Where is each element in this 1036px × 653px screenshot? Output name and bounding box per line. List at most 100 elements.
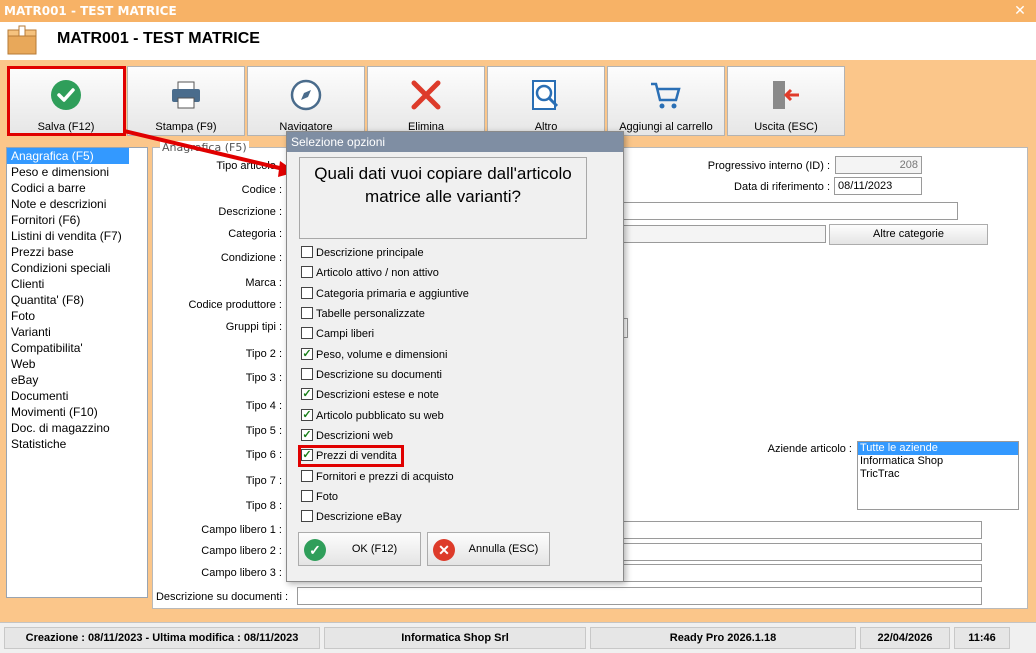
- list-item[interactable]: Tutte le aziende: [858, 442, 1018, 455]
- descrizione-field[interactable]: [620, 202, 958, 220]
- nav-item[interactable]: Statistiche: [7, 436, 147, 452]
- campo-libero-3-label: Campo libero 3 :: [201, 567, 282, 579]
- nav-item[interactable]: Varianti: [7, 324, 147, 340]
- check-circle-icon: ✓: [304, 539, 326, 561]
- checkmark-icon[interactable]: ✓: [301, 348, 313, 361]
- nav-item[interactable]: Movimenti (F10): [7, 404, 147, 420]
- option-pubblicato-web[interactable]: ✓ Articolo pubblicato su web: [301, 407, 444, 425]
- option-campi-liberi[interactable]: Campi liberi: [301, 325, 374, 343]
- checkmark-icon[interactable]: ✓: [301, 409, 313, 422]
- box-icon: [7, 25, 37, 55]
- checkmark-icon[interactable]: ✓: [301, 429, 313, 442]
- option-fornitori[interactable]: Fornitori e prezzi di acquisto: [301, 468, 454, 486]
- status-date: 22/04/2026: [860, 627, 950, 649]
- carrello-button[interactable]: Aggiungi al carrello: [607, 66, 725, 136]
- codice-produttore-label: Codice produttore :: [188, 299, 282, 311]
- tipo6-label: Tipo 6 :: [245, 449, 282, 461]
- altro-button[interactable]: Altro: [487, 66, 605, 136]
- option-peso[interactable]: ✓ Peso, volume e dimensioni: [301, 346, 447, 364]
- dialog-question: Quali dati vuoi copiare dall'articolo ma…: [299, 157, 587, 239]
- cart-icon: [651, 82, 681, 109]
- option-descrizione-documenti[interactable]: Descrizione su documenti: [301, 366, 442, 384]
- nav-item[interactable]: Codici a barre: [7, 180, 147, 196]
- option-categoria[interactable]: Categoria primaria e aggiuntive: [301, 285, 469, 303]
- cancel-button[interactable]: ✕ Annulla (ESC): [427, 532, 550, 566]
- checkbox-icon[interactable]: [301, 510, 313, 523]
- dialog-title: Selezione opzioni: [287, 132, 623, 152]
- option-descrizione-principale[interactable]: Descrizione principale: [301, 244, 424, 262]
- nav-item[interactable]: Condizioni speciali: [7, 260, 147, 276]
- option-articolo-attivo[interactable]: Articolo attivo / non attivo: [301, 264, 439, 282]
- nav-item[interactable]: Web: [7, 356, 147, 372]
- nav-item[interactable]: Fornitori (F6): [7, 212, 147, 228]
- altre-categorie-button[interactable]: Altre categorie: [829, 224, 988, 245]
- tipo4-label: Tipo 4 :: [245, 400, 282, 412]
- tipo8-label: Tipo 8 :: [245, 500, 282, 512]
- nav-item[interactable]: Quantita' (F8): [7, 292, 147, 308]
- checkbox-icon[interactable]: [301, 266, 313, 279]
- descrizione-label: Descrizione :: [218, 206, 282, 218]
- list-item[interactable]: Informatica Shop: [858, 455, 1018, 468]
- elimina-button[interactable]: Elimina: [367, 66, 485, 136]
- close-circle-icon: ✕: [433, 539, 455, 561]
- campo-libero-2-label: Campo libero 2 :: [201, 545, 282, 557]
- progressivo-field[interactable]: 208: [835, 156, 922, 174]
- status-company: Informatica Shop Srl: [324, 627, 586, 649]
- descrizione-documenti-label: Descrizione su documenti :: [155, 591, 288, 603]
- page-title: MATR001 - TEST MATRICE: [57, 30, 260, 47]
- campo-libero-1-field[interactable]: [620, 521, 982, 539]
- option-descrizioni-web[interactable]: ✓ Descrizioni web: [301, 427, 393, 445]
- checkbox-icon[interactable]: [301, 246, 313, 259]
- options-dialog: Selezione opzioni Quali dati vuoi copiar…: [286, 131, 624, 582]
- status-version: Ready Pro 2026.1.18: [590, 627, 856, 649]
- window-title: MATR001 - TEST MATRICE: [4, 4, 177, 18]
- tipo7-label: Tipo 7 :: [245, 475, 282, 487]
- status-dates: Creazione : 08/11/2023 - Ultima modifica…: [4, 627, 320, 649]
- nav-item[interactable]: Doc. di magazzino: [7, 420, 147, 436]
- aziende-label: Aziende articolo :: [767, 443, 852, 455]
- checkbox-icon[interactable]: [301, 287, 313, 300]
- highlight-salva: [7, 66, 126, 136]
- checkbox-icon[interactable]: [301, 368, 313, 381]
- descrizione-documenti-field[interactable]: [297, 587, 982, 605]
- campo-libero-3-field[interactable]: [620, 564, 982, 582]
- list-item[interactable]: TricTrac: [858, 468, 1018, 481]
- nav-item[interactable]: Note e descrizioni: [7, 196, 147, 212]
- tipo2-label: Tipo 2 :: [245, 348, 282, 360]
- data-riferimento-field[interactable]: 08/11/2023: [834, 177, 922, 195]
- checkbox-icon[interactable]: [301, 490, 313, 503]
- arrow-annotation: [123, 129, 296, 177]
- tipo3-label: Tipo 3 :: [245, 372, 282, 384]
- progressivo-label: Progressivo interno (ID) :: [707, 160, 830, 172]
- nav-item[interactable]: Listini di vendita (F7): [7, 228, 147, 244]
- option-tabelle[interactable]: Tabelle personalizzate: [301, 305, 425, 323]
- uscita-label: Uscita (ESC): [754, 121, 818, 133]
- nav-item[interactable]: Foto: [7, 308, 147, 324]
- nav-item[interactable]: Documenti: [7, 388, 147, 404]
- nav-item[interactable]: Anagrafica (F5): [7, 148, 129, 164]
- nav-item[interactable]: Compatibilita': [7, 340, 147, 356]
- categoria-field[interactable]: [620, 225, 826, 243]
- checkbox-icon[interactable]: [301, 307, 313, 320]
- close-icon[interactable]: ✕: [1012, 3, 1028, 19]
- status-bar: Creazione : 08/11/2023 - Ultima modifica…: [0, 622, 1036, 653]
- checkbox-icon[interactable]: [301, 327, 313, 340]
- campo-libero-1-label: Campo libero 1 :: [201, 524, 282, 536]
- option-foto[interactable]: Foto: [301, 488, 338, 506]
- campo-libero-2-field[interactable]: [620, 543, 982, 561]
- highlight-prezzi: [298, 445, 404, 467]
- option-descrizioni-estese[interactable]: ✓ Descrizioni estese e note: [301, 386, 439, 404]
- header: MATR001 - TEST MATRICE: [0, 22, 1036, 60]
- nav-item[interactable]: Prezzi base: [7, 244, 147, 260]
- ok-button[interactable]: ✓ OK (F12): [298, 532, 421, 566]
- checkmark-icon[interactable]: ✓: [301, 388, 313, 401]
- printer-icon: [172, 81, 200, 109]
- aziende-list[interactable]: Tutte le aziende Informatica Shop TricTr…: [857, 441, 1019, 510]
- exit-icon: [773, 81, 799, 109]
- section-nav: Anagrafica (F5) Peso e dimensioni Codici…: [6, 147, 148, 598]
- uscita-button[interactable]: Uscita (ESC): [727, 66, 845, 136]
- nav-item[interactable]: eBay: [7, 372, 147, 388]
- checkbox-icon[interactable]: [301, 470, 313, 483]
- option-descrizione-ebay[interactable]: Descrizione eBay: [301, 508, 402, 526]
- nav-item[interactable]: Clienti: [7, 276, 147, 292]
